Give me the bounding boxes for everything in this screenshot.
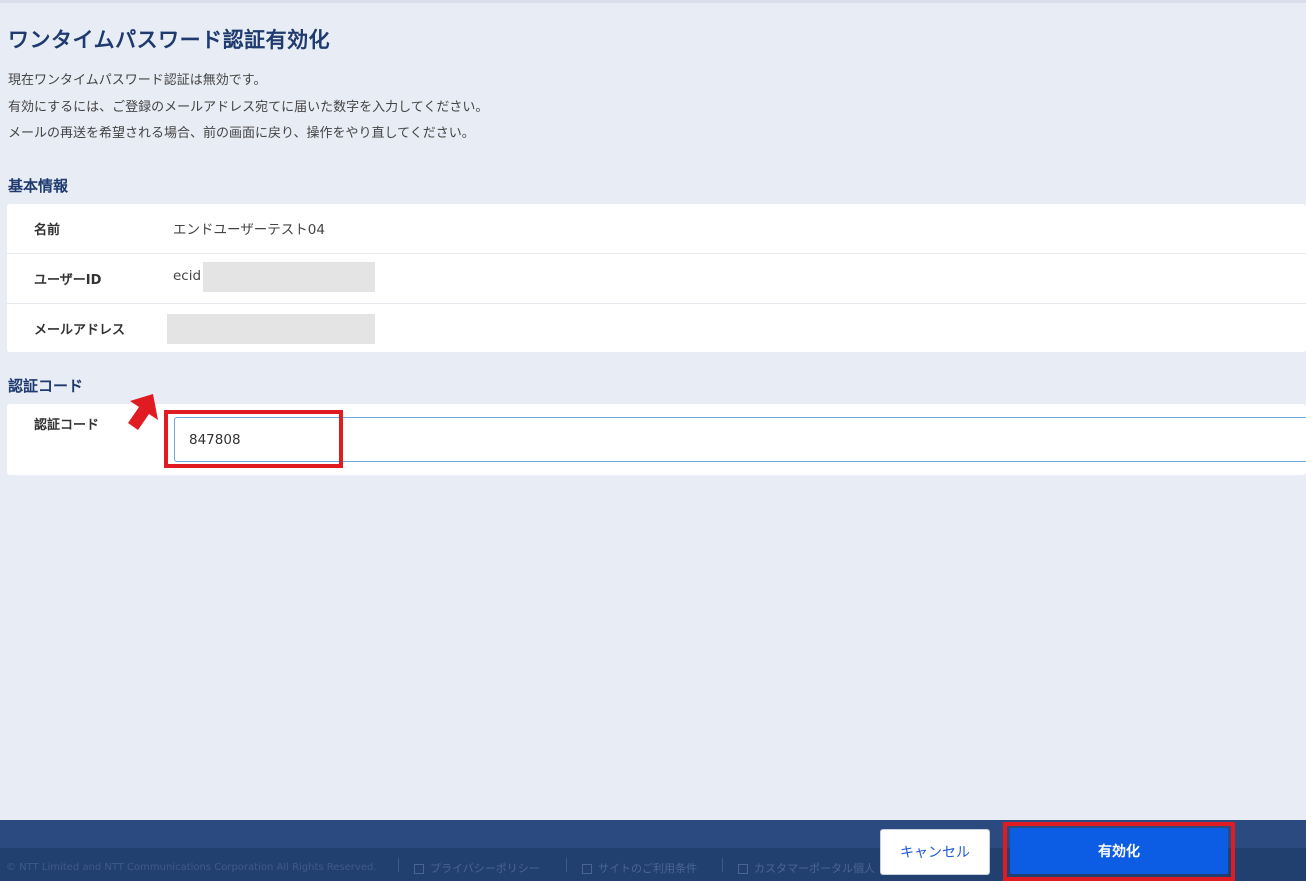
info-row-email: メールアドレス [7,304,1306,353]
user-id-value: ecid [173,268,202,284]
name-value: エンドユーザーテスト04 [173,222,325,238]
customer-portal-label: カスタマーポータル個人 [754,862,875,875]
basic-info-section-title: 基本情報 [8,177,69,195]
auth-code-input[interactable] [174,417,1306,462]
name-label: 名前 [34,223,61,238]
terms-of-use-link[interactable]: サイトのご利用条件 [582,860,697,876]
auth-code-section-title: 認証コード [8,377,84,395]
masked-email [167,314,375,344]
privacy-policy-link[interactable]: プライバシーポリシー [414,860,540,876]
customer-portal-link[interactable]: カスタマーポータル個人 [738,860,875,876]
description-line: 現在ワンタイムパスワード認証は無効です。 [8,73,267,88]
page-title: ワンタイムパスワード認証有効化 [8,28,331,52]
privacy-policy-label: プライバシーポリシー [430,862,540,875]
info-row-name: 名前 エンドユーザーテスト04 [7,204,1306,254]
cancel-button[interactable]: キャンセル [880,829,990,875]
external-link-icon [738,864,748,874]
top-strip [0,0,1306,3]
masked-user-id [203,262,375,292]
page-description: 現在ワンタイムパスワード認証は無効です。 有効にするには、ご登録のメールアドレス… [8,68,488,148]
copyright-text: © NTT Limited and NTT Communications Cor… [6,862,377,873]
description-line: メールの再送を希望される場合、前の画面に戻り、操作をやり直してください。 [8,126,475,141]
pointer-arrow-icon [128,394,158,430]
auth-code-card: 認証コード [7,404,1306,475]
user-id-label: ユーザーID [34,273,102,288]
activate-button[interactable]: 有効化 [1010,828,1228,874]
email-label: メールアドレス [34,323,126,338]
external-link-icon [414,864,424,874]
terms-of-use-label: サイトのご利用条件 [598,862,697,875]
info-row-user-id: ユーザーID ecid [7,254,1306,304]
auth-code-label: 認証コード [34,418,100,433]
external-link-icon [582,864,592,874]
footer-separator [398,858,399,872]
footer-separator [566,858,567,872]
description-line: 有効にするには、ご登録のメールアドレス宛てに届いた数字を入力してください。 [8,99,489,115]
footer-separator [722,858,723,872]
basic-info-card: 名前 エンドユーザーテスト04 ユーザーID ecid メールアドレス [7,204,1306,352]
